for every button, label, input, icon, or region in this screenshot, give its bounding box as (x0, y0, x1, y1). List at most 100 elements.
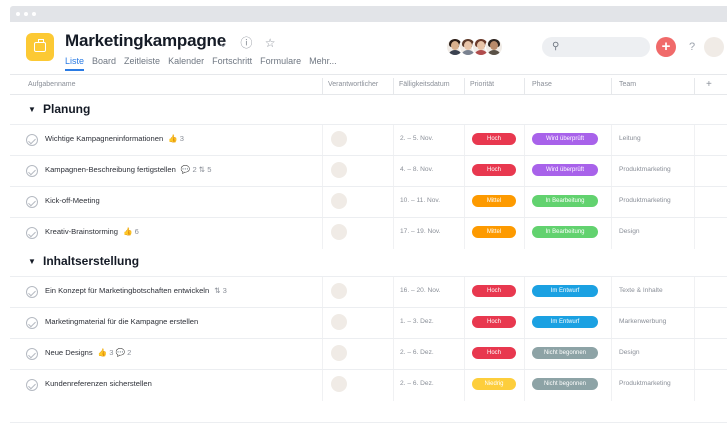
team-label[interactable]: Produktmarketing (619, 380, 671, 387)
due-date[interactable]: 2. – 5. Nov. (400, 135, 433, 142)
phase-badge[interactable]: In Bearbeitung (532, 226, 598, 238)
assignee-avatar[interactable] (331, 283, 347, 299)
cell-divider (694, 308, 695, 339)
complete-checkmark-icon[interactable] (26, 165, 38, 177)
phase-badge[interactable]: Im Entwurf (532, 285, 598, 297)
tab-fortschritt[interactable]: Fortschritt (212, 56, 252, 69)
chevron-down-icon[interactable]: ⌄ (218, 36, 228, 50)
due-date[interactable]: 2. – 6. Dez. (400, 380, 434, 387)
complete-checkmark-icon[interactable] (26, 317, 38, 329)
task-name[interactable]: Kundenreferenzen sicherstellen (45, 379, 157, 388)
tab-zeitleiste[interactable]: Zeitleiste (124, 56, 160, 69)
add-column-button[interactable]: + (706, 79, 712, 90)
priority-badge[interactable]: Hoch (472, 285, 516, 297)
task-name[interactable]: Neue Designs 👍 3 💬 2 (45, 348, 131, 357)
priority-badge[interactable]: Niedrig (472, 378, 516, 390)
due-date[interactable]: 16. – 20. Nov. (400, 287, 441, 294)
task-row[interactable]: Kampagnen-Beschreibung fertigstellen 💬 2 … (10, 155, 727, 187)
tab-kalender[interactable]: Kalender (168, 56, 204, 69)
task-row[interactable]: Ein Konzept für Marketingbotschaften ent… (10, 276, 727, 308)
due-date[interactable]: 10. – 11. Nov. (400, 197, 440, 204)
phase-badge[interactable]: Wird überprüft (532, 164, 598, 176)
info-icon[interactable]: ⓘ (240, 34, 252, 51)
collapse-triangle-icon[interactable]: ▼ (28, 257, 36, 266)
priority-badge[interactable]: Hoch (472, 316, 516, 328)
column-header-phase[interactable]: Phase (532, 81, 552, 88)
column-header-team[interactable]: Team (619, 81, 636, 88)
complete-checkmark-icon[interactable] (26, 379, 38, 391)
task-row[interactable]: Marketingmaterial für die Kampagne erste… (10, 307, 727, 339)
task-row[interactable]: Kick-off-Meeting 10. – 11. Nov. Mittel In B… (10, 186, 727, 218)
help-button[interactable]: ? (682, 37, 702, 57)
phase-badge[interactable]: In Bearbeitung (532, 195, 598, 207)
priority-badge[interactable]: Hoch (472, 347, 516, 359)
cell-divider (464, 370, 465, 401)
due-date[interactable]: 2. – 6. Dez. (400, 349, 434, 356)
team-label[interactable]: Texte & Inhalte (619, 287, 663, 294)
assignee-avatar[interactable] (331, 131, 347, 147)
complete-checkmark-icon[interactable] (26, 227, 38, 239)
task-name[interactable]: Kampagnen-Beschreibung fertigstellen 💬 2 … (45, 165, 211, 174)
star-icon[interactable]: ☆ (265, 36, 276, 50)
assignee-avatar[interactable] (331, 376, 347, 392)
user-avatar[interactable] (704, 37, 724, 57)
task-name[interactable]: Ein Konzept für Marketingbotschaften ent… (45, 286, 227, 295)
cell-divider (464, 125, 465, 156)
priority-badge[interactable]: Hoch (472, 133, 516, 145)
assignee-avatar[interactable] (331, 193, 347, 209)
assignee-avatar[interactable] (331, 345, 347, 361)
task-name[interactable]: Kreativ-Brainstorming 👍 6 (45, 227, 139, 236)
search-input[interactable]: ⚲ (542, 37, 650, 57)
task-row[interactable]: Wichtige Kampagneninformationen 👍 3 2. – 5… (10, 124, 727, 156)
task-row[interactable]: Kundenreferenzen sicherstellen 2. – 6. De… (10, 369, 727, 401)
section-header[interactable]: ▼ Planung (10, 98, 727, 122)
collapse-triangle-icon[interactable]: ▼ (28, 105, 36, 114)
assignee-avatar[interactable] (331, 314, 347, 330)
phase-badge[interactable]: Nicht begonnen (532, 347, 598, 359)
task-name[interactable]: Marketingmaterial für die Kampagne erste… (45, 317, 203, 326)
team-label[interactable]: Produktmarketing (619, 197, 671, 204)
section-header[interactable]: ▼ Inhaltserstellung (10, 250, 727, 274)
complete-checkmark-icon[interactable] (26, 348, 38, 360)
phase-badge[interactable]: Im Entwurf (532, 316, 598, 328)
complete-checkmark-icon[interactable] (26, 286, 38, 298)
priority-badge[interactable]: Hoch (472, 164, 516, 176)
due-date[interactable]: 17. – 19. Nov. (400, 228, 441, 235)
team-label[interactable]: Produktmarketing (619, 166, 671, 173)
cell-divider (322, 277, 323, 308)
task-row[interactable]: Kreativ-Brainstorming 👍 6 17. – 19. Nov. Mi… (10, 217, 727, 249)
due-date[interactable]: 4. – 8. Nov. (400, 166, 433, 173)
tab-liste[interactable]: Liste (65, 56, 85, 71)
column-header-priority[interactable]: Priorität (470, 81, 494, 88)
task-row[interactable]: Neue Designs 👍 3 💬 2 2. – 6. Dez. Hoch Nicht… (10, 338, 727, 370)
team-label[interactable]: Markenwerbung (619, 318, 666, 325)
team-label[interactable]: Design (619, 228, 640, 235)
assignee-avatar[interactable] (331, 162, 347, 178)
app-window: Marketingkampagne ⌄ ⓘ ☆ Liste Board Zeitle… (10, 22, 727, 426)
team-label[interactable]: Leitung (619, 135, 641, 142)
project-icon[interactable] (26, 33, 54, 61)
phase-badge[interactable]: Nicht begonnen (532, 378, 598, 390)
tab-mehr[interactable]: Mehr... (309, 56, 337, 69)
task-name[interactable]: Wichtige Kampagneninformationen 👍 3 (45, 134, 184, 143)
column-header-task[interactable]: Aufgabenname (28, 81, 75, 88)
assignee-avatar[interactable] (331, 224, 347, 240)
phase-badge[interactable]: Wird überprüft (532, 133, 598, 145)
complete-checkmark-icon[interactable] (26, 134, 38, 146)
column-header-assignee[interactable]: Verantwortlicher (328, 81, 378, 88)
cell-divider (464, 308, 465, 339)
priority-badge[interactable]: Mittel (472, 195, 516, 207)
tab-formulare[interactable]: Formulare (260, 56, 301, 69)
complete-checkmark-icon[interactable] (26, 196, 38, 208)
member-avatar[interactable] (485, 38, 503, 56)
tab-board[interactable]: Board (92, 56, 116, 69)
team-label[interactable]: Design (619, 349, 640, 356)
priority-badge[interactable]: Mittel (472, 226, 516, 238)
task-meta: 💬 2 ⇅ 5 (180, 165, 212, 174)
due-date[interactable]: 1. – 3. Dez. (400, 318, 434, 325)
task-name[interactable]: Kick-off-Meeting (45, 196, 105, 205)
add-button[interactable]: + (656, 37, 676, 57)
cell-divider (611, 277, 612, 308)
project-members[interactable] (446, 36, 516, 58)
column-header-due[interactable]: Fälligkeitsdatum (399, 81, 450, 88)
